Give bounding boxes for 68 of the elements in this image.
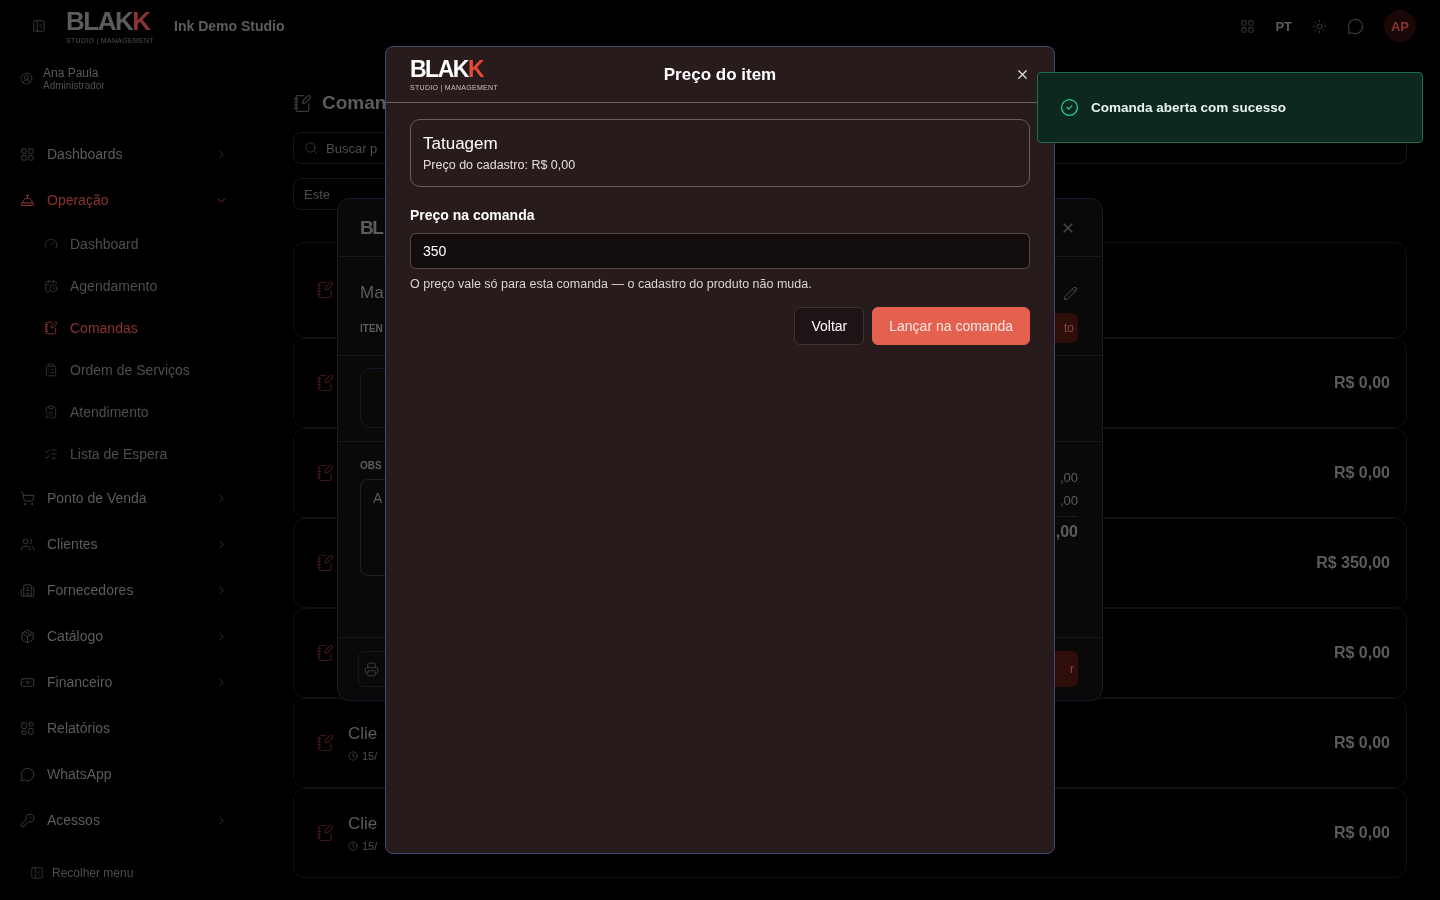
success-toast: Comanda aberta com sucesso [1037, 72, 1423, 143]
notebook-icon [316, 464, 334, 482]
sidebar-subitem[interactable]: Agendamento [70, 278, 238, 294]
key-icon [20, 812, 35, 828]
sidebar-subitem[interactable]: Ordem de Serviços [70, 362, 238, 378]
field-label: Preço na comanda [410, 207, 536, 223]
sidebar-subitem[interactable]: Comandas [70, 320, 238, 336]
sidebar-item[interactable]: Financeiro [47, 674, 203, 690]
user-icon [20, 72, 33, 85]
dashboard-icon [20, 146, 35, 162]
back-button[interactable]: Voltar [794, 307, 865, 345]
gauge-icon [44, 237, 58, 251]
clock-icon [348, 751, 358, 761]
price-field[interactable]: 350 [410, 233, 1030, 269]
clipboard-icon [44, 405, 58, 419]
helper-text: O preço vale só para esta comanda — o cadastro do produto não muda. [410, 277, 813, 291]
bell-icon [20, 192, 35, 208]
edit-icon [1063, 285, 1078, 301]
notebook-icon [44, 321, 58, 335]
dialog-title: Preço do item [663, 64, 777, 85]
sidebar-item[interactable]: Ponto de Venda [47, 490, 203, 506]
sidebar-subitem[interactable]: Atendimento [70, 404, 238, 420]
sidebar-toggle-icon [32, 19, 46, 33]
sidebar-subitem[interactable]: Lista de Espera [70, 446, 238, 462]
page-title: Coman [322, 92, 387, 114]
package-icon [20, 628, 35, 644]
clock-icon [348, 841, 358, 851]
notebook-icon [316, 644, 334, 662]
calendar-icon [44, 279, 58, 293]
grid-icon [20, 720, 35, 736]
checklist-icon [44, 447, 58, 461]
user-avatar[interactable]: AP [1384, 10, 1416, 42]
chat-icon [20, 766, 35, 782]
sidebar-item[interactable]: Fornecedores [47, 582, 203, 598]
sidebar-item[interactable]: WhatsApp [47, 766, 228, 782]
chat-icon [1347, 17, 1364, 35]
sidebar-item[interactable]: Acessos [47, 812, 203, 828]
users-icon [20, 536, 35, 552]
brand-logo: BL [360, 218, 383, 237]
close-button[interactable] [1015, 67, 1030, 82]
theme-icon [1312, 18, 1327, 34]
notebook-icon [293, 93, 312, 113]
collapse-icon [30, 866, 44, 880]
building-icon [20, 582, 35, 598]
sidebar-subitem[interactable]: Dashboard [70, 236, 238, 252]
sidebar-item[interactable]: Dashboards [47, 146, 203, 162]
sidebar-item[interactable]: Clientes [47, 536, 203, 552]
studio-name[interactable]: Ink Demo Studio [174, 18, 285, 34]
sidebar-item[interactable]: Catálogo [47, 628, 203, 644]
notebook-icon [316, 824, 334, 842]
printer-icon [364, 661, 379, 677]
check-circle-icon [1060, 98, 1079, 117]
submit-button[interactable]: Lançar na comanda [872, 307, 1030, 345]
notebook-icon [316, 734, 334, 752]
search-icon [304, 141, 318, 155]
notebook-icon [316, 554, 334, 572]
item-card: Tatuagem Preço do cadastro: R$ 0,00 [410, 119, 1030, 187]
user-role: Administrador [43, 80, 105, 91]
notebook-icon [316, 281, 334, 299]
collapse-menu-link[interactable]: Recolher menu [52, 866, 134, 880]
language-toggle[interactable]: PT [1275, 18, 1292, 34]
clipboard-icon [44, 363, 58, 377]
sidebar-item[interactable]: Operação [47, 192, 203, 208]
cart-icon [20, 490, 35, 506]
apps-icon [1240, 18, 1256, 34]
sidebar-item[interactable]: Relatórios [47, 720, 228, 736]
notebook-icon [316, 374, 334, 392]
user-name: Ana Paula [43, 66, 100, 80]
